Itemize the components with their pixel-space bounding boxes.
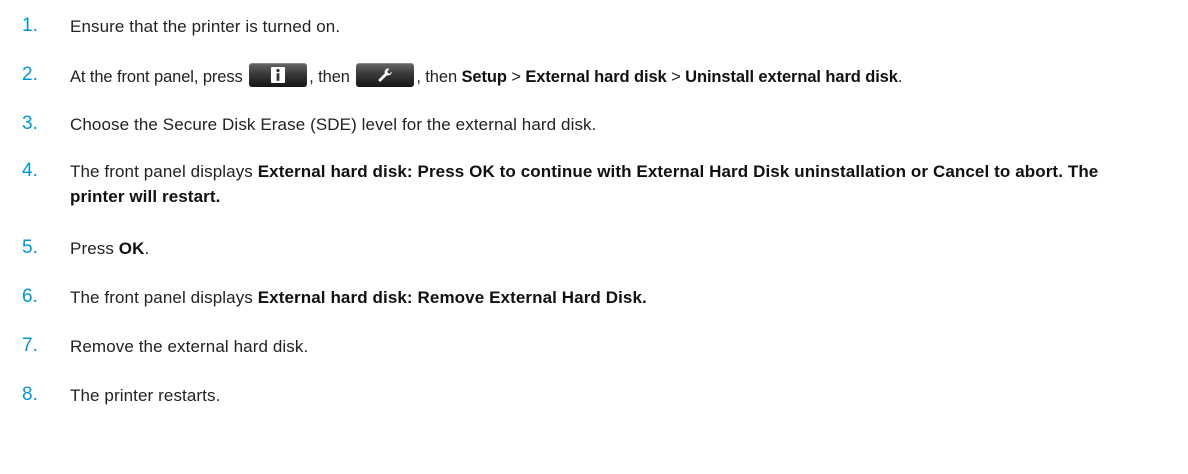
ok-label: OK	[118, 239, 145, 258]
menu-uninstall-external-hard-disk: Uninstall external hard disk	[685, 68, 898, 86]
step-text: The front panel displays External hard d…	[70, 159, 1150, 209]
step-number: 2.	[22, 64, 38, 85]
step-6: 6. The front panel displays External har…	[22, 285, 1182, 310]
step-number: 3.	[22, 113, 38, 134]
step-number: 5.	[22, 237, 38, 258]
step-7: 7. Remove the external hard disk.	[22, 334, 1182, 359]
step-text-part: At the front panel, press	[70, 68, 243, 86]
step-text-intro: The front panel displays	[70, 288, 253, 307]
step-text: Press OK.	[70, 236, 149, 261]
menu-external-hard-disk: External hard disk	[525, 68, 667, 86]
step-text-part: , then	[309, 68, 350, 86]
step-text-part: .	[897, 68, 903, 86]
step-text: Choose the Secure Disk Erase (SDE) level…	[70, 115, 597, 134]
menu-separator: >	[511, 68, 521, 86]
menu-setup: Setup	[461, 68, 507, 86]
step-4: 4. The front panel displays External har…	[22, 159, 1182, 209]
info-icon	[249, 63, 308, 87]
step-number: 4.	[22, 160, 38, 181]
step-text-part: , then	[416, 68, 458, 86]
step-1: 1. Ensure that the printer is turned on.	[22, 14, 1182, 39]
wrench-icon	[356, 63, 415, 87]
step-text-part: .	[144, 239, 150, 258]
step-text: At the front panel, press , then , then …	[70, 63, 902, 90]
front-panel-message: External hard disk: Remove External Hard…	[257, 288, 647, 307]
step-text: Remove the external hard disk.	[70, 337, 309, 356]
step-number: 8.	[22, 384, 38, 405]
step-3: 3. Choose the Secure Disk Erase (SDE) le…	[22, 112, 1182, 137]
step-text: The printer restarts.	[70, 386, 221, 405]
step-text-intro: Press	[70, 239, 114, 258]
step-text: Ensure that the printer is turned on.	[70, 17, 341, 36]
step-8: 8. The printer restarts.	[22, 383, 1182, 408]
step-2: 2. At the front panel, press , then , th…	[22, 63, 1182, 90]
step-number: 7.	[22, 335, 38, 356]
step-number: 1.	[22, 15, 38, 36]
step-5: 5. Press OK.	[22, 236, 1182, 261]
step-text-intro: The front panel displays	[70, 162, 253, 181]
step-text: The front panel displays External hard d…	[70, 285, 647, 310]
menu-separator: >	[671, 68, 681, 86]
step-number: 6.	[22, 286, 38, 307]
